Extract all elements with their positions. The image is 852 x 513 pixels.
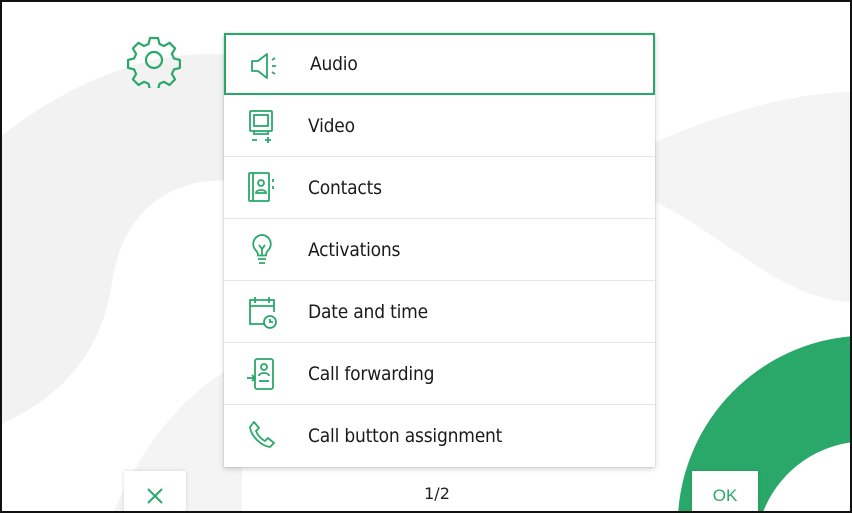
call-forward-phone-icon [247,358,274,390]
close-icon [147,488,163,504]
speaker-icon [251,53,276,79]
menu-item-video[interactable]: Video [224,95,655,157]
menu-item-label: Video [308,114,355,137]
ok-button[interactable]: OK [692,471,758,511]
phone-handset-icon [249,421,275,448]
page-indicator: 1/2 [424,484,450,503]
menu-item-label: Date and time [308,300,428,323]
menu-item-call-button-assignment[interactable]: Call button assignment [224,405,655,467]
menu-item-label: Call button assignment [308,425,503,447]
menu-item-label: Contacts [308,176,382,199]
menu-item-label: Call forwarding [308,362,435,385]
settings-menu: Audio Video Contacts Activations Date an… [224,33,655,467]
calendar-clock-icon [249,297,277,329]
menu-item-date-and-time[interactable]: Date and time [224,281,655,343]
contacts-book-icon [248,172,274,202]
menu-item-label: Audio [310,53,358,75]
menu-item-call-forwarding[interactable]: Call forwarding [224,343,655,405]
menu-item-contacts[interactable]: Contacts [224,157,655,219]
close-button[interactable] [124,471,186,511]
lightbulb-icon [252,234,272,264]
settings-gear-icon [126,32,182,91]
monitor-icon [249,110,273,143]
menu-item-activations[interactable]: Activations [224,219,655,281]
menu-item-label: Activations [308,238,401,261]
screen-frame: Audio Video Contacts Activations Date an… [0,0,852,513]
menu-item-audio[interactable]: Audio [224,33,655,95]
